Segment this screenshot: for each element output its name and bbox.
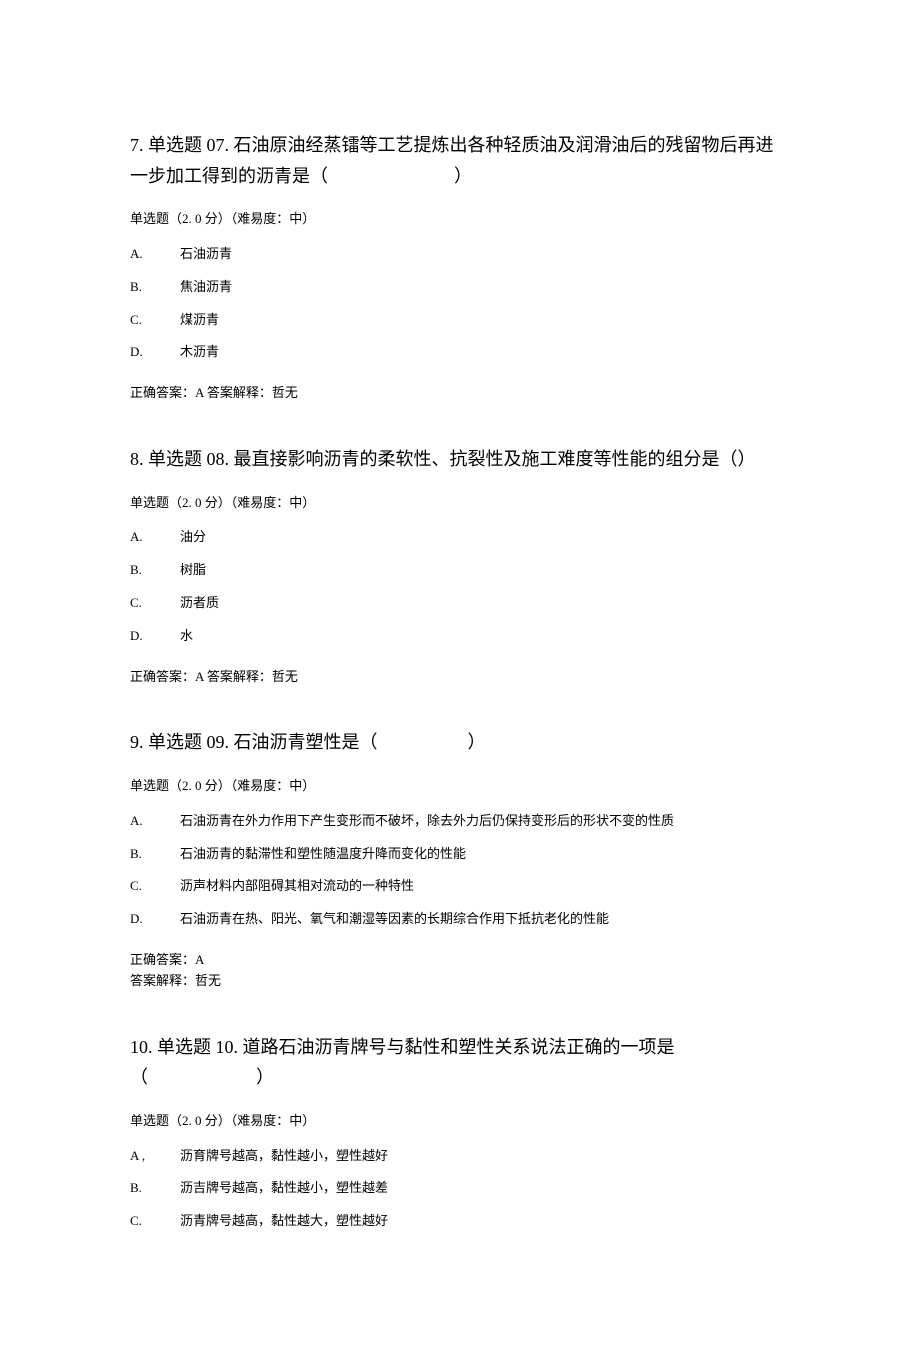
question-8: 8. 单选题 08. 最直接影响沥青的柔软性、抗裂性及施工难度等性能的组分是（）… [130,444,790,687]
question-title: 8. 单选题 08. 最直接影响沥青的柔软性、抗裂性及施工难度等性能的组分是（） [130,444,790,475]
question-number: 9. [130,727,144,758]
option-a: A. 油分 [130,527,790,548]
options-list: A. 石油沥青 B. 焦油沥青 C. 煤沥青 D. 木沥青 [130,244,790,363]
question-title: 9. 单选题 09. 石油沥青塑性是（ ） [130,727,790,758]
question-title: 10. 单选题 10. 道路石油沥青牌号与黏性和塑性关系说法正确的一项是（ ） [130,1032,790,1093]
option-text: 木沥青 [180,342,790,363]
option-b: B. 石油沥青的黏滞性和塑性随温度升降而变化的性能 [130,844,790,865]
option-letter: D. [130,626,180,647]
option-b: B. 树脂 [130,560,790,581]
question-number: 8. [130,444,144,475]
option-text: 沥吉牌号越高，黏性越小，塑性越差 [180,1178,790,1199]
question-7: 7. 单选题 07. 石油原油经蒸镭等工艺提炼出各种轻质油及润滑油后的残留物后再… [130,130,790,404]
option-letter: A. [130,811,180,832]
question-meta: 单选题（2. 0 分）（难易度：中） [130,1111,790,1132]
option-d: D. 水 [130,626,790,647]
option-letter: B. [130,277,180,298]
question-number: 7. [130,130,144,161]
option-c: C. 沥声材料内部阻碍其相对流动的一种特性 [130,876,790,897]
option-text: 石油沥青的黏滞性和塑性随温度升降而变化的性能 [180,844,790,865]
option-c: C. 沥青牌号越高，黏性越大，塑性越好 [130,1211,790,1232]
option-letter: C. [130,876,180,897]
answer-block: 正确答案：A 答案解释：哲无 [130,667,790,688]
option-text: 石油沥青在热、阳光、氧气和潮湿等因素的长期综合作用下抵抗老化的性能 [180,909,790,930]
answer-block: 正确答案：A 答案解释：哲无 [130,383,790,404]
option-text: 石油沥青在外力作用下产生变形而不破坏，除去外力后仍保持变形后的形状不变的性质 [180,811,790,832]
option-text: 树脂 [180,560,790,581]
question-text: 单选题 09. 石油沥青塑性是（ ） [148,732,486,752]
option-text: 沥育牌号越高，黏性越小，塑性越好 [180,1146,790,1167]
question-10: 10. 单选题 10. 道路石油沥青牌号与黏性和塑性关系说法正确的一项是（ ） … [130,1032,790,1232]
question-text: 单选题 07. 石油原油经蒸镭等工艺提炼出各种轻质油及润滑油后的残留物后再进一步… [130,135,774,186]
option-c: C. 沥者质 [130,593,790,614]
options-list: A , 沥育牌号越高，黏性越小，塑性越好 B. 沥吉牌号越高，黏性越小，塑性越差… [130,1146,790,1232]
options-list: A. 石油沥青在外力作用下产生变形而不破坏，除去外力后仍保持变形后的形状不变的性… [130,811,790,930]
option-text: 水 [180,626,790,647]
option-b: B. 沥吉牌号越高，黏性越小，塑性越差 [130,1178,790,1199]
question-text: 单选题 10. 道路石油沥青牌号与黏性和塑性关系说法正确的一项是（ ） [130,1037,675,1088]
answer-block: 正确答案：A 答案解释：哲无 [130,950,790,992]
options-list: A. 油分 B. 树脂 C. 沥者质 D. 水 [130,527,790,646]
question-meta: 单选题（2. 0 分）（难易度：中） [130,493,790,514]
question-number: 10. [130,1032,153,1063]
option-text: 焦油沥青 [180,277,790,298]
option-b: B. 焦油沥青 [130,277,790,298]
option-letter: C. [130,1211,180,1232]
option-d: D. 木沥青 [130,342,790,363]
option-text: 沥声材料内部阻碍其相对流动的一种特性 [180,876,790,897]
option-letter: B. [130,844,180,865]
option-c: C. 煤沥青 [130,310,790,331]
question-title: 7. 单选题 07. 石油原油经蒸镭等工艺提炼出各种轻质油及润滑油后的残留物后再… [130,130,790,191]
option-letter: D. [130,342,180,363]
option-letter: B. [130,560,180,581]
option-letter: D. [130,909,180,930]
option-text: 煤沥青 [180,310,790,331]
question-9: 9. 单选题 09. 石油沥青塑性是（ ） 单选题（2. 0 分）（难易度：中）… [130,727,790,991]
option-text: 沥青牌号越高，黏性越大，塑性越好 [180,1211,790,1232]
option-letter: C. [130,593,180,614]
option-letter: B. [130,1178,180,1199]
option-letter: A , [130,1146,180,1167]
option-letter: A. [130,244,180,265]
option-a: A , 沥育牌号越高，黏性越小，塑性越好 [130,1146,790,1167]
option-d: D. 石油沥青在热、阳光、氧气和潮湿等因素的长期综合作用下抵抗老化的性能 [130,909,790,930]
option-text: 沥者质 [180,593,790,614]
question-meta: 单选题（2. 0 分）（难易度：中） [130,776,790,797]
option-a: A. 石油沥青在外力作用下产生变形而不破坏，除去外力后仍保持变形后的形状不变的性… [130,811,790,832]
option-a: A. 石油沥青 [130,244,790,265]
question-meta: 单选题（2. 0 分）（难易度：中） [130,209,790,230]
option-letter: C. [130,310,180,331]
option-text: 石油沥青 [180,244,790,265]
question-text: 单选题 08. 最直接影响沥青的柔软性、抗裂性及施工难度等性能的组分是（） [148,449,756,469]
option-letter: A. [130,527,180,548]
option-text: 油分 [180,527,790,548]
